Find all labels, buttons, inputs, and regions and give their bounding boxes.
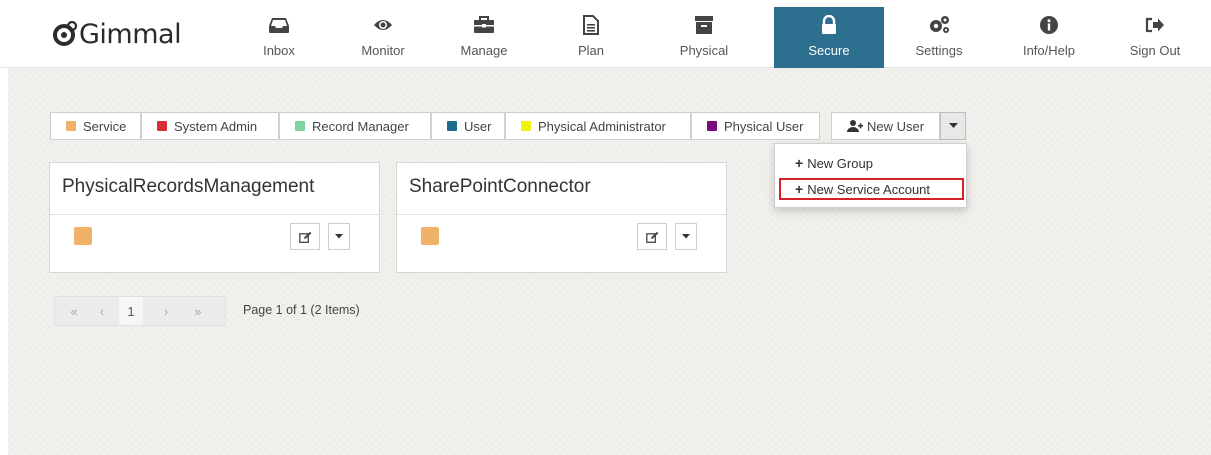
edit-button[interactable]	[637, 223, 667, 250]
next-page-button[interactable]: ›	[155, 297, 177, 325]
card-title: PhysicalRecordsManagement	[50, 163, 379, 215]
edit-icon	[298, 231, 311, 243]
new-user-dropdown-toggle[interactable]	[940, 112, 966, 140]
legend-physical-user[interactable]: Physical User	[691, 112, 820, 140]
nav-plan[interactable]: Plan	[548, 7, 634, 67]
caret-down-icon	[682, 234, 690, 239]
nav-inbox-label: Inbox	[263, 43, 295, 58]
new-user-button[interactable]: New User	[831, 112, 940, 140]
menu-item-new-group[interactable]: + New Group	[779, 152, 964, 174]
legend-service[interactable]: Service	[50, 112, 141, 140]
plus-icon: +	[795, 155, 804, 171]
legend-system-admin[interactable]: System Admin	[141, 112, 279, 140]
pager: « ‹ 1 › »	[54, 296, 226, 326]
nav-physical[interactable]: Physical	[661, 7, 747, 67]
briefcase-icon	[474, 13, 494, 37]
record-manager-swatch	[295, 121, 305, 131]
service-type-swatch	[421, 227, 439, 245]
legend-user-label: User	[464, 118, 492, 134]
group-card: SharePointConnector	[396, 162, 727, 273]
legend-service-label: Service	[83, 118, 127, 134]
gimmal-logo-icon	[53, 21, 78, 46]
nav-inbox[interactable]: Inbox	[236, 7, 322, 67]
archive-box-icon	[695, 13, 713, 37]
service-swatch	[66, 121, 76, 131]
sign-out-icon	[1145, 13, 1165, 37]
pager-info: Page 1 of 1 (2 Items)	[243, 303, 360, 317]
system-admin-swatch	[157, 121, 167, 131]
inbox-icon	[269, 13, 289, 37]
card-menu-toggle[interactable]	[675, 223, 697, 250]
brand-name: Gimmal	[79, 18, 182, 50]
menu-item-new-service-account-label: New Service Account	[807, 181, 931, 197]
page-number-button[interactable]: 1	[119, 297, 143, 325]
legend-system-admin-label: System Admin	[174, 118, 258, 134]
nav-monitor[interactable]: Monitor	[340, 7, 426, 67]
top-navigation: Gimmal Inbox Monitor Manage Plan Physica…	[0, 0, 1211, 68]
nav-plan-label: Plan	[577, 43, 605, 58]
first-page-button[interactable]: «	[63, 297, 85, 325]
nav-sign-out[interactable]: Sign Out	[1112, 7, 1198, 67]
plus-icon: +	[795, 181, 804, 197]
nav-settings[interactable]: Settings	[896, 7, 982, 67]
new-user-label: New User	[866, 118, 925, 134]
nav-physical-label: Physical	[679, 43, 729, 58]
caret-down-icon	[948, 123, 958, 128]
eye-icon	[373, 13, 393, 37]
legend-physical-user-label: Physical User	[724, 118, 804, 134]
nav-info-help[interactable]: Info/Help	[1006, 7, 1092, 67]
gimmal-logo[interactable]: Gimmal	[52, 16, 182, 52]
physical-administrator-swatch	[521, 121, 531, 131]
nav-settings-label: Settings	[915, 43, 963, 58]
nav-info-help-label: Info/Help	[1022, 43, 1076, 58]
legend-record-manager[interactable]: Record Manager	[279, 112, 431, 140]
legend-record-manager-label: Record Manager	[312, 118, 409, 134]
physical-user-swatch	[707, 121, 717, 131]
document-icon	[583, 13, 599, 37]
gears-icon	[927, 13, 951, 37]
user-swatch	[447, 121, 457, 131]
service-type-swatch	[74, 227, 92, 245]
lock-icon	[821, 13, 837, 37]
legend-physical-administrator[interactable]: Physical Administrator	[505, 112, 691, 140]
last-page-button[interactable]: »	[187, 297, 209, 325]
nav-secure-label: Secure	[808, 43, 850, 58]
caret-down-icon	[335, 234, 343, 239]
info-icon	[1040, 13, 1058, 37]
menu-item-new-group-label: New Group	[807, 155, 873, 171]
edit-icon	[645, 231, 658, 243]
previous-page-button[interactable]: ‹	[91, 297, 113, 325]
card-title: SharePointConnector	[397, 163, 726, 215]
nav-manage[interactable]: Manage	[441, 7, 527, 67]
nav-sign-out-label: Sign Out	[1129, 43, 1181, 58]
edit-button[interactable]	[290, 223, 320, 250]
new-user-dropdown-menu: + New Group + New Service Account	[774, 143, 967, 208]
menu-item-new-service-account[interactable]: + New Service Account	[779, 178, 964, 200]
nav-manage-label: Manage	[460, 43, 508, 58]
group-card: PhysicalRecordsManagement	[49, 162, 380, 273]
legend-physical-administrator-label: Physical Administrator	[538, 118, 666, 134]
card-menu-toggle[interactable]	[328, 223, 350, 250]
add-user-icon	[846, 120, 863, 132]
legend-user[interactable]: User	[431, 112, 505, 140]
nav-monitor-label: Monitor	[361, 43, 405, 58]
nav-secure[interactable]: Secure	[774, 7, 884, 68]
